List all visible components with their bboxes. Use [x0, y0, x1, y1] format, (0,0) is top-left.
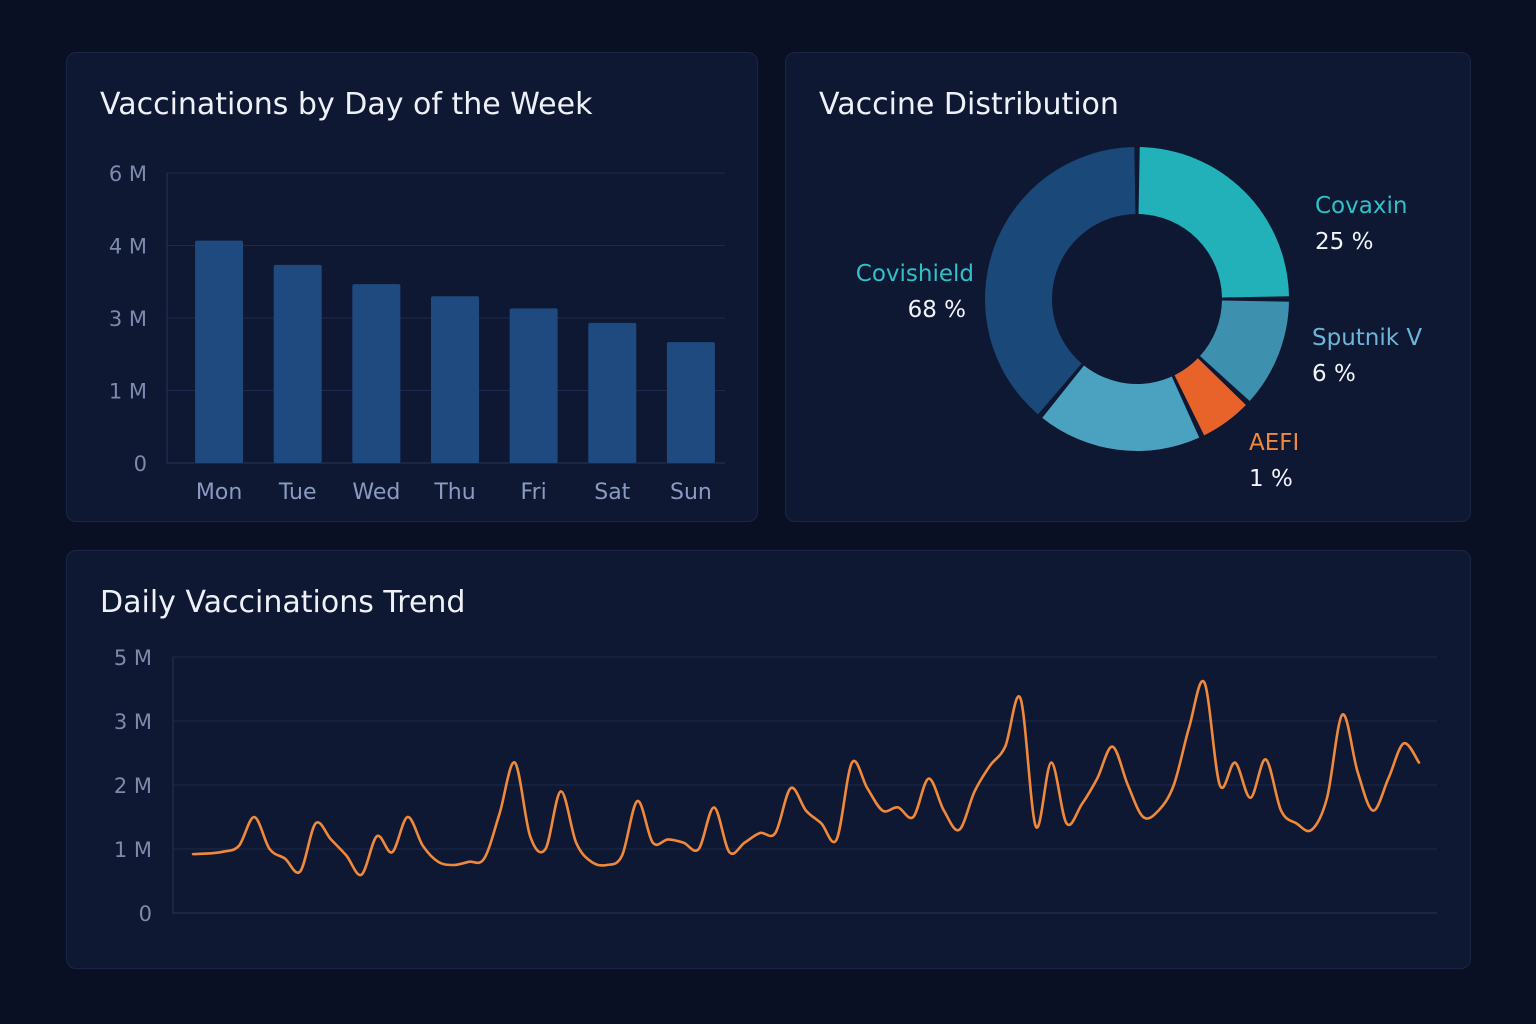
donut-slice-covishield — [985, 147, 1136, 415]
bar-chart: 0 1 M 3 M 4 M 6 M Mon Tue Wed Thu Fri Sat Sun — [109, 162, 725, 505]
x-tick-label: Fri — [521, 480, 547, 505]
slice-name-label: AEFI — [1249, 430, 1299, 456]
bar-mon — [195, 240, 244, 463]
bar-fri — [509, 308, 558, 463]
y-tick-label: 3 M — [114, 710, 152, 734]
y-tick-label: 5 M — [114, 646, 152, 670]
y-tick-label: 2 M — [114, 774, 152, 798]
x-tick-label: Thu — [433, 480, 475, 505]
slice-percent-label: 68 % — [908, 297, 966, 323]
donut-slice-covaxin — [1138, 147, 1289, 298]
y-tick-label: 0 — [139, 902, 152, 926]
bar-tue — [273, 264, 322, 463]
slice-percent-label: 25 % — [1315, 229, 1373, 255]
donut-chart: Covaxin 25 % Sputnik V 6 % AEFI 1 % Covishield… — [856, 147, 1422, 492]
x-tick-label: Sat — [594, 480, 630, 505]
slice-name-label: Sputnik V — [1312, 325, 1422, 351]
x-tick-label: Sun — [670, 480, 712, 505]
y-tick-label: 6 M — [109, 162, 147, 186]
slice-name-label: Covaxin — [1315, 193, 1407, 219]
donut-chart-panel: Vaccine Distribution Covaxin 25 % Sputnik … — [785, 52, 1471, 522]
bar-sun — [666, 342, 715, 463]
bar-wed — [352, 284, 401, 463]
y-tick-label: 4 M — [109, 235, 147, 259]
x-tick-label: Tue — [278, 480, 317, 505]
line-chart: 0 1 M 2 M 3 M 5 M — [114, 646, 1437, 926]
y-tick-label: 0 — [134, 452, 147, 476]
slice-name-label: Covishield — [856, 261, 974, 287]
line-chart-panel: Daily Vaccinations Trend 01 M2 M3 M5 M — [66, 550, 1471, 969]
bar-sat — [588, 322, 637, 463]
trend-line — [191, 679, 1421, 877]
y-tick-label: 3 M — [109, 307, 147, 331]
bar-chart-panel: Vaccinations by Day of the Week 01 M3 M4… — [66, 52, 758, 522]
slice-percent-label: 6 % — [1312, 361, 1356, 387]
bar-thu — [431, 296, 479, 463]
y-tick-label: 1 M — [109, 380, 147, 404]
slice-percent-label: 1 % — [1249, 466, 1293, 492]
y-tick-label: 1 M — [114, 838, 152, 862]
x-tick-label: Mon — [196, 480, 242, 505]
x-tick-label: Wed — [352, 480, 400, 505]
